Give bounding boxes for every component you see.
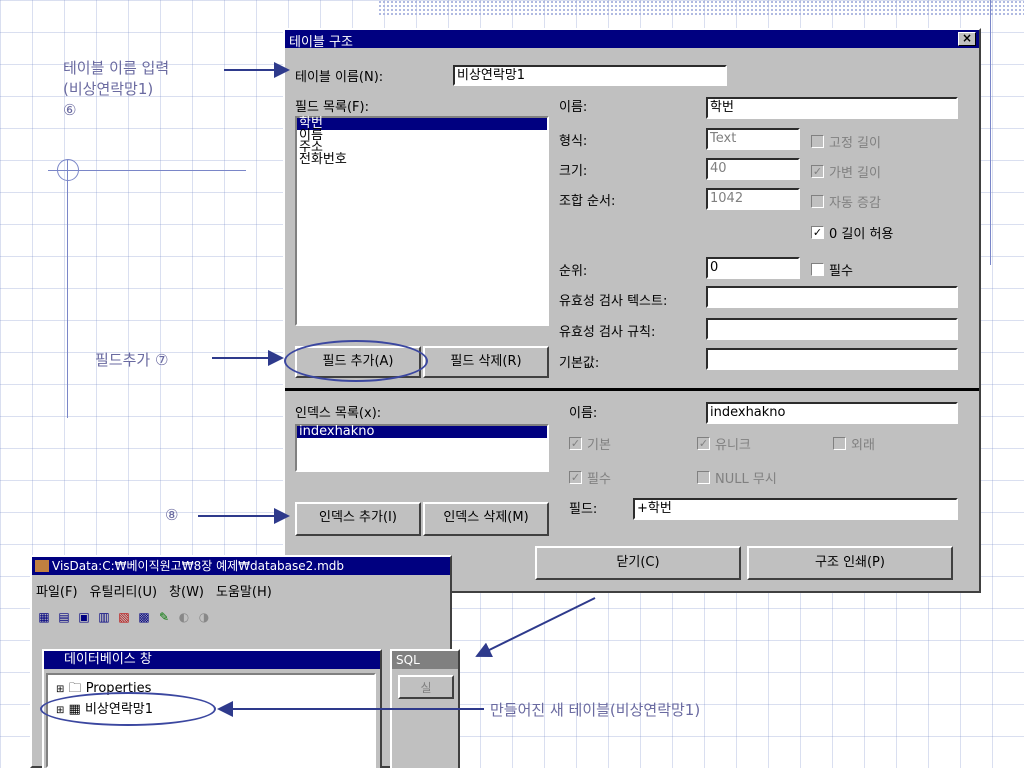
annotation-arrows: [198, 62, 596, 717]
arrow-dialog-to-tree: [475, 597, 596, 658]
